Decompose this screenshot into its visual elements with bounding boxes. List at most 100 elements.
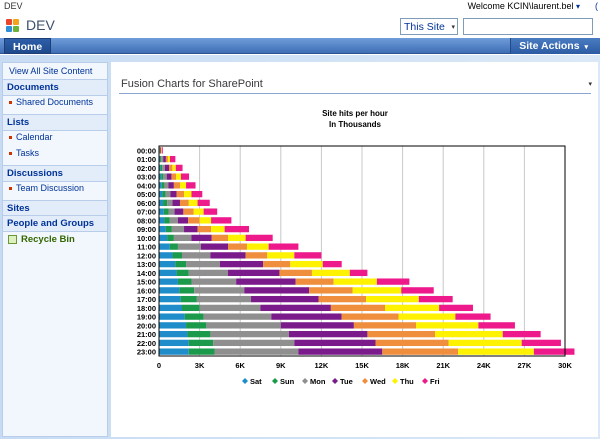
chart-bar-mon (210, 330, 289, 338)
sharepoint-logo-icon (6, 19, 20, 33)
chart-bar-sun (188, 348, 215, 355)
chart-bar-wed (279, 269, 312, 277)
chart-bar-wed (197, 225, 212, 233)
bullet-icon (9, 152, 12, 156)
chart-bar-sat (159, 322, 187, 329)
chart-bar-tue (184, 225, 198, 233)
chart-bar-fri (439, 304, 473, 312)
chart-bar-sun (161, 182, 165, 189)
chart-legend-marker (272, 378, 278, 384)
chart-bar-sun (184, 313, 204, 320)
chart-bar-wed (173, 182, 180, 189)
chart-bar-sun (160, 164, 163, 172)
chart-bar-mon (191, 278, 237, 285)
chart-bar-thu (179, 182, 187, 189)
quicklaunch-item-label: Shared Documents (16, 97, 94, 107)
chart-bar-mon (168, 208, 175, 215)
quicklaunch-header-lists[interactable]: Lists (3, 114, 107, 131)
chart-y-tick-label: 06:00 (137, 199, 156, 208)
chart-y-tick-label: 03:00 (137, 173, 156, 182)
chart-bar-mon (173, 234, 192, 242)
welcome-menu[interactable]: Welcome KCIN\laurent.bel ▾ (468, 1, 580, 11)
chart-bar-wed (375, 339, 449, 347)
search-scope-select[interactable]: This Site ▾ (400, 18, 458, 35)
chart-y-tick-label: 13:00 (137, 260, 156, 269)
quicklaunch-item-tasks[interactable]: Tasks (9, 148, 39, 158)
chart-y-tick-label: 18:00 (137, 304, 156, 313)
chart-bar-thu (199, 217, 212, 224)
chart-bar-sun (162, 190, 166, 198)
chart-legend-label: Fri (430, 377, 440, 386)
quicklaunch-item-shared-documents[interactable]: Shared Documents (9, 97, 93, 107)
chart-bar-thu (290, 260, 323, 268)
chart-x-tick-label: 6K (235, 361, 245, 370)
chart-bar-fri (455, 313, 491, 320)
chart-bar-mon (186, 260, 220, 268)
site-title[interactable]: DEV (26, 17, 55, 33)
main-content: Fusion Charts for SharePoint ▾ Site hits… (111, 62, 598, 437)
chart-bar-tue (191, 234, 212, 242)
chart-y-tick-label: 14:00 (137, 269, 156, 278)
breadcrumb-site[interactable]: DEV (4, 1, 23, 11)
chevron-down-icon: ▾ (451, 24, 455, 31)
chart-bar-wed (318, 295, 367, 303)
chart-bars (159, 147, 575, 355)
chart-bar-sat (159, 234, 168, 242)
chart-legend-marker (242, 378, 248, 384)
chart-y-tick-label: 09:00 (137, 225, 156, 234)
chart-bar-mon (169, 217, 178, 224)
tab-home[interactable]: Home (4, 38, 52, 54)
chevron-down-icon: ▾ (584, 44, 588, 51)
chart-bar-sun (169, 243, 178, 250)
chart-bar-tue (244, 287, 310, 294)
view-all-site-content-link[interactable]: View All Site Content (9, 66, 92, 76)
chart-bar-fri (191, 190, 203, 198)
quicklaunch-header-people-and-groups[interactable]: People and Groups (3, 215, 107, 232)
chart-bar-tue (288, 330, 368, 338)
site-actions-menu[interactable]: Site Actions ▾ (510, 38, 600, 54)
chart-bar-fri (211, 217, 232, 224)
chart-bar-tue (160, 147, 162, 154)
recycle-bin-link[interactable]: Recycle Bin (8, 234, 75, 245)
chart-bar-thu (333, 278, 377, 285)
quicklaunch-item-team-discussion[interactable]: Team Discussion (9, 183, 84, 193)
chart-x-tick-label: 18K (396, 361, 410, 370)
site-actions-label: Site Actions (519, 40, 580, 52)
chart-bar-fri (349, 269, 368, 277)
fusion-chart: Site hits per hour In Thousands 00:0001:… (137, 109, 575, 386)
chart-y-tick-label: 23:00 (137, 348, 156, 357)
chart-y-tick-label: 02:00 (137, 164, 156, 173)
chart-bar-sat (159, 269, 177, 277)
quicklaunch-item-calendar[interactable]: Calendar (9, 132, 53, 142)
chart-bar-thu (311, 269, 350, 277)
help-icon[interactable]: ( (595, 1, 598, 11)
chart-bar-tue (172, 199, 180, 207)
chart-bar-thu (188, 199, 198, 207)
chart-bar-thu (398, 313, 456, 320)
bullet-icon (9, 101, 12, 105)
quicklaunch-header-documents[interactable]: Documents (3, 79, 107, 96)
chart-bar-sat (159, 295, 181, 303)
chart-bar-thu (352, 287, 402, 294)
chart-bar-mon (199, 304, 261, 312)
quicklaunch-header-discussions[interactable]: Discussions (3, 165, 107, 182)
top-bar: DEV Welcome KCIN\laurent.bel ▾ ( (0, 0, 600, 14)
chart-bar-thu (416, 322, 479, 329)
chart-bar-wed (179, 199, 189, 207)
chart-legend-label: Thu (400, 377, 414, 386)
chart-y-tick-label: 20:00 (137, 321, 156, 330)
chart-bar-tue (170, 190, 177, 198)
chart-bar-thu (161, 147, 163, 154)
search-input[interactable] (463, 18, 593, 35)
chart-bar-sun (164, 217, 170, 224)
chart-bar-thu (211, 225, 225, 233)
chart-bar-sat (159, 260, 176, 268)
chart-bar-fri (186, 182, 196, 189)
chart-bar-thu (458, 348, 534, 355)
chart-bar-tue (174, 208, 184, 215)
chart-bar-mon (159, 147, 161, 154)
chart-bar-sat (159, 225, 166, 233)
chart-bar-fri (533, 348, 575, 355)
chart-bar-sun (179, 287, 195, 294)
chart-bar-wed (188, 217, 200, 224)
